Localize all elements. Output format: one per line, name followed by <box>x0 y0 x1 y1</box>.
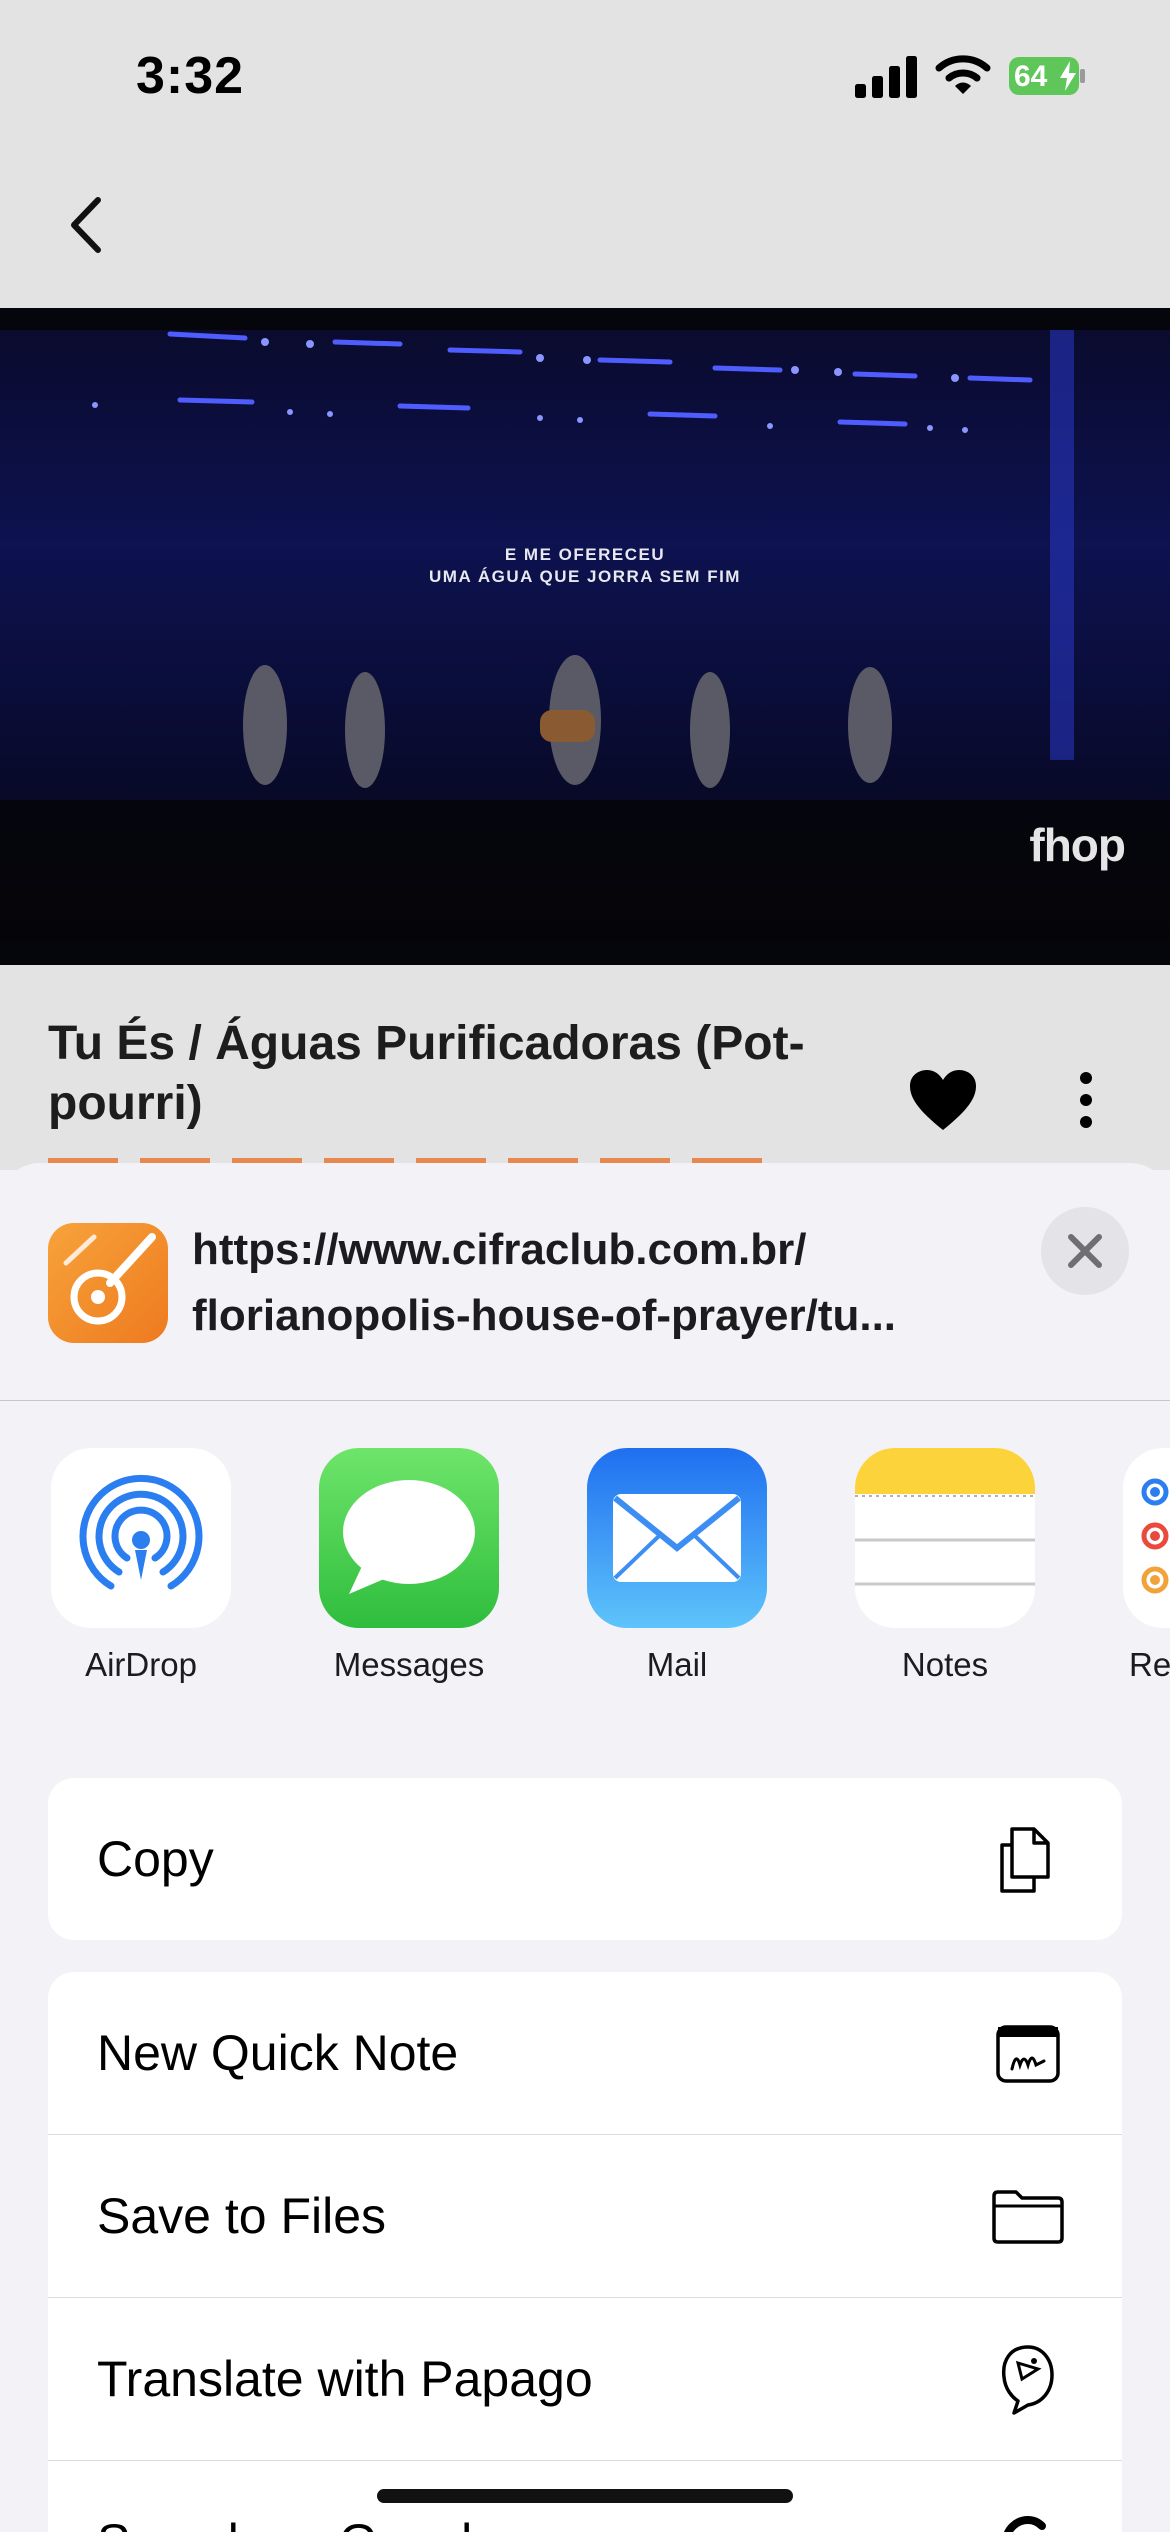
share-app-mail[interactable]: Mail <box>577 1448 777 1684</box>
battery-indicator: 64 <box>1008 56 1086 96</box>
charging-bolt-icon <box>1060 61 1076 91</box>
notes-icon <box>855 1448 1035 1628</box>
video-frame: E ME OFERECEU UMA ÁGUA QUE JORRA SEM FIM… <box>0 330 1170 942</box>
copy-icon <box>1000 1827 1050 1893</box>
heart-icon[interactable] <box>908 1068 978 1132</box>
share-app-label: Re <box>1129 1646 1170 1683</box>
guitar-icon <box>63 1233 156 1325</box>
url-line-2: florianopolis-house-of-prayer/tu... <box>192 1291 897 1340</box>
mail-icon <box>587 1448 767 1628</box>
url-line-1: https://www.cifraclub.com.br/ <box>192 1225 807 1274</box>
folder-icon <box>992 2190 1064 2244</box>
share-app-messages[interactable]: Messages <box>309 1448 509 1684</box>
more-options-icon[interactable] <box>1070 1070 1102 1130</box>
song-title: Tu És / Águas Purificadoras (Pot-pourri) <box>48 1017 805 1130</box>
close-icon <box>1068 1234 1102 1268</box>
cellular-signal-icon <box>855 56 917 98</box>
back-chevron-icon[interactable] <box>60 190 120 260</box>
status-bar: 3:32 64 <box>0 0 1170 150</box>
stage-lights <box>0 330 1170 942</box>
action-label: Save to Files <box>97 2188 387 2244</box>
share-app-reminders[interactable]: Re <box>1113 1448 1170 1684</box>
share-sheet: https://www.cifraclub.com.br/ florianopo… <box>0 1163 1170 2532</box>
action-copy[interactable]: Copy <box>48 1778 1122 1940</box>
share-app-notes[interactable]: Notes <box>845 1448 1045 1684</box>
share-actions-list: New Quick Note Save to Files Translate w… <box>48 1972 1122 2532</box>
action-label: Translate with Papago <box>97 2351 593 2407</box>
google-icon <box>1004 2515 1046 2532</box>
share-app-label: AirDrop <box>85 1646 197 1683</box>
lyric-line-1: E ME OFERECEU <box>504 545 666 564</box>
share-sheet-header: https://www.cifraclub.com.br/ florianopo… <box>0 1163 1170 1401</box>
share-apps-row: AirDrop Messages Mail Notes Re <box>0 1448 1170 1708</box>
video-lyric: E ME OFERECEU UMA ÁGUA QUE JORRA SEM FIM <box>0 544 1170 588</box>
wifi-icon <box>935 55 991 94</box>
shared-url: https://www.cifraclub.com.br/ florianopo… <box>192 1217 952 1349</box>
lyric-line-2: UMA ÁGUA QUE JORRA SEM FIM <box>429 567 741 586</box>
action-label: Copy <box>97 1831 214 1887</box>
share-app-label: Messages <box>333 1646 485 1683</box>
reminders-icon <box>1123 1448 1170 1628</box>
share-app-label: Notes <box>901 1646 989 1683</box>
video-player[interactable]: E ME OFERECEU UMA ÁGUA QUE JORRA SEM FIM… <box>0 308 1170 965</box>
status-time: 3:32 <box>136 47 245 105</box>
share-app-label: Mail <box>646 1646 708 1683</box>
background-app: 3:32 64 E ME OFERECEU UMA ÁGUA QUE JORRA… <box>0 0 1170 1170</box>
messages-icon <box>319 1448 499 1628</box>
quick-note-icon <box>996 2025 1060 2083</box>
action-label: New Quick Note <box>97 2025 459 2081</box>
papago-icon <box>1001 2345 1054 2415</box>
video-watermark: fhop <box>1029 819 1126 871</box>
close-button[interactable] <box>1041 1207 1129 1295</box>
cifraclub-app-icon <box>48 1223 168 1343</box>
home-indicator[interactable] <box>377 2489 793 2503</box>
action-translate-papago[interactable]: Translate with Papago <box>48 2298 1122 2461</box>
action-new-quick-note[interactable]: New Quick Note <box>48 1972 1122 2135</box>
battery-percent: 64 <box>1014 60 1048 93</box>
action-save-to-files[interactable]: Save to Files <box>48 2135 1122 2298</box>
airdrop-icon <box>51 1448 231 1628</box>
share-app-airdrop[interactable]: AirDrop <box>41 1448 241 1684</box>
copy-action-group: Copy <box>48 1778 1122 1940</box>
